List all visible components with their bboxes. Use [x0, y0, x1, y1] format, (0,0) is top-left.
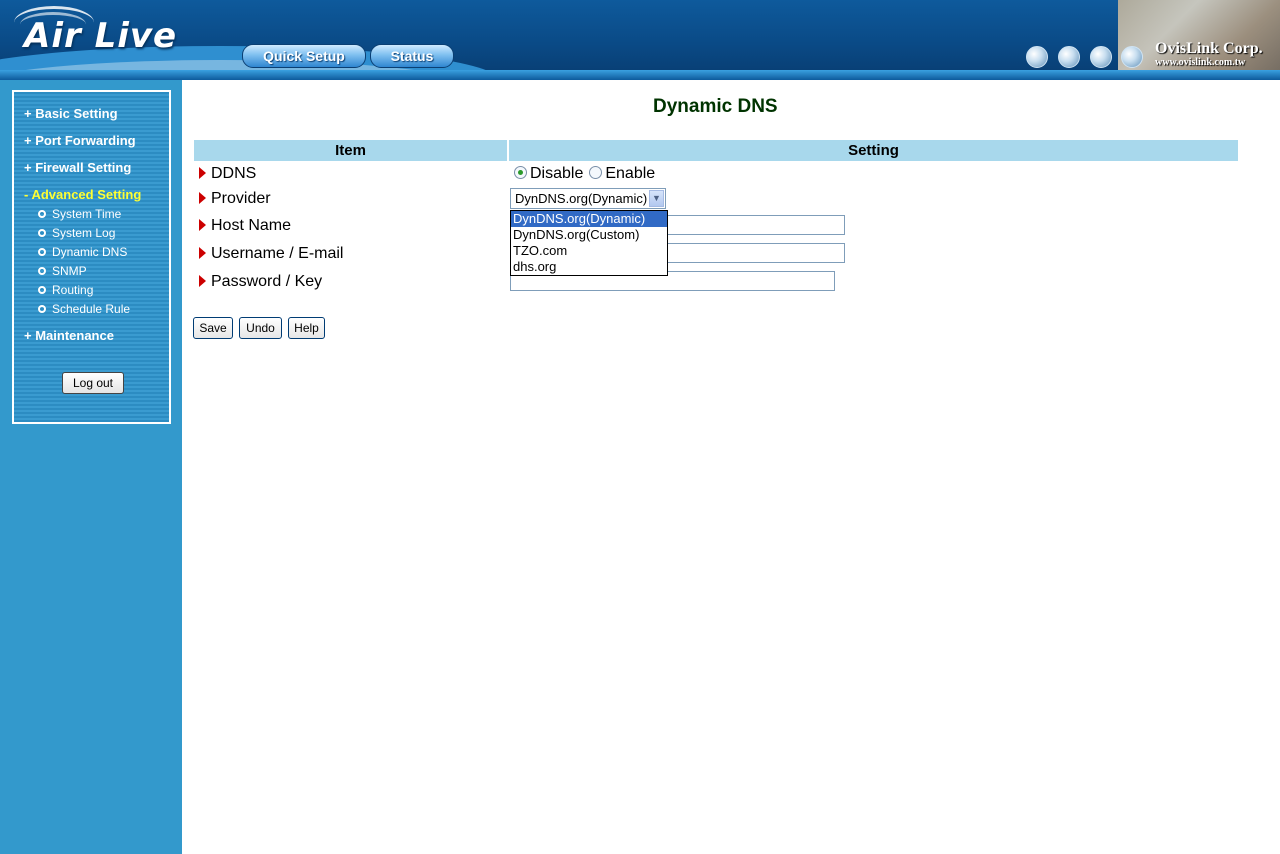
ddns-enable-label: Enable: [605, 165, 656, 182]
provider-option[interactable]: TZO.com: [511, 243, 667, 259]
provider-option[interactable]: DynDNS.org(Custom): [511, 227, 667, 243]
globe-icon: [1090, 46, 1112, 68]
submenu-label: Schedule Rule: [52, 302, 131, 316]
arrow-icon: [199, 192, 206, 204]
nav-quick-setup-button[interactable]: Quick Setup: [242, 44, 366, 68]
row-label-username: Username / E-mail: [199, 245, 343, 263]
arrow-icon: [199, 275, 206, 287]
page-title: Dynamic DNS: [653, 96, 778, 117]
bullet-icon: [38, 285, 46, 294]
globe-icon: [1058, 46, 1080, 68]
submenu-label: System Log: [52, 226, 116, 240]
menu-firewall-setting[interactable]: + Firewall Setting: [24, 160, 131, 175]
row-label-text: Password / Key: [211, 273, 323, 290]
undo-button[interactable]: Undo: [239, 317, 282, 339]
row-label-text: Provider: [211, 190, 271, 207]
help-button[interactable]: Help: [288, 317, 325, 339]
airlive-logo: Air Live: [24, 16, 178, 56]
submenu-snmp[interactable]: SNMP: [38, 264, 87, 278]
submenu-routing[interactable]: Routing: [38, 283, 93, 297]
provider-option[interactable]: dhs.org: [511, 259, 667, 275]
header-strip: [0, 70, 1280, 80]
provider-select[interactable]: DynDNS.org(Dynamic) ▼: [510, 188, 666, 209]
save-button[interactable]: Save: [193, 317, 233, 339]
row-label-ddns: DDNS: [199, 165, 256, 183]
arrow-icon: [199, 219, 206, 231]
ddns-enable-radio[interactable]: [589, 166, 603, 180]
bullet-icon: [38, 266, 46, 275]
menu-port-forwarding[interactable]: + Port Forwarding: [24, 133, 136, 148]
sidebar: + Basic Setting + Port Forwarding + Fire…: [0, 80, 182, 854]
row-label-text: Username / E-mail: [211, 245, 344, 262]
submenu-schedule-rule[interactable]: Schedule Rule: [38, 302, 130, 316]
bullet-icon: [38, 209, 46, 218]
bullet-icon: [38, 304, 46, 313]
logout-button[interactable]: Log out: [62, 372, 124, 394]
ddns-disable-label: Disable: [530, 165, 584, 182]
row-label-password: Password / Key: [199, 273, 322, 291]
provider-select-value: DynDNS.org(Dynamic): [515, 191, 648, 206]
submenu-label: System Time: [52, 207, 122, 221]
corp-url: www.ovislink.com.tw: [1155, 57, 1246, 68]
menu-maintenance[interactable]: + Maintenance: [24, 328, 114, 343]
globe-icon: [1026, 46, 1048, 68]
ddns-radio-group: Disable Enable: [514, 165, 661, 183]
menu-advanced-setting[interactable]: - Advanced Setting: [24, 187, 141, 202]
globe-icon: [1121, 46, 1143, 68]
row-label-host-name: Host Name: [199, 217, 291, 235]
corp-name: OvisLink Corp.: [1155, 40, 1263, 57]
bullet-icon: [38, 228, 46, 237]
submenu-label: Dynamic DNS: [52, 245, 128, 259]
submenu-label: Routing: [52, 283, 94, 297]
nav-status-button[interactable]: Status: [370, 44, 454, 68]
row-label-text: DDNS: [211, 165, 257, 182]
row-label-text: Host Name: [211, 217, 292, 234]
submenu-dynamic-dns[interactable]: Dynamic DNS: [38, 245, 127, 259]
bullet-icon: [38, 247, 46, 256]
sidebar-menu: + Basic Setting + Port Forwarding + Fire…: [12, 90, 171, 424]
arrow-icon: [199, 247, 206, 259]
menu-basic-setting[interactable]: + Basic Setting: [24, 106, 118, 121]
submenu-label: SNMP: [52, 264, 87, 278]
ddns-disable-radio[interactable]: [514, 166, 527, 180]
provider-option[interactable]: DynDNS.org(Dynamic): [511, 211, 667, 227]
column-header-item: Item: [194, 140, 507, 161]
row-label-provider: Provider: [199, 190, 271, 208]
submenu-system-log[interactable]: System Log: [38, 226, 115, 240]
header-banner: Air Live Quick Setup Status OvisLink Cor…: [0, 0, 1280, 80]
arrow-icon: [199, 167, 206, 179]
column-header-setting: Setting: [509, 140, 1238, 161]
submenu-system-time[interactable]: System Time: [38, 207, 121, 221]
provider-dropdown-list: DynDNS.org(Dynamic) DynDNS.org(Custom) T…: [510, 210, 668, 276]
chevron-down-icon[interactable]: ▼: [649, 190, 664, 207]
